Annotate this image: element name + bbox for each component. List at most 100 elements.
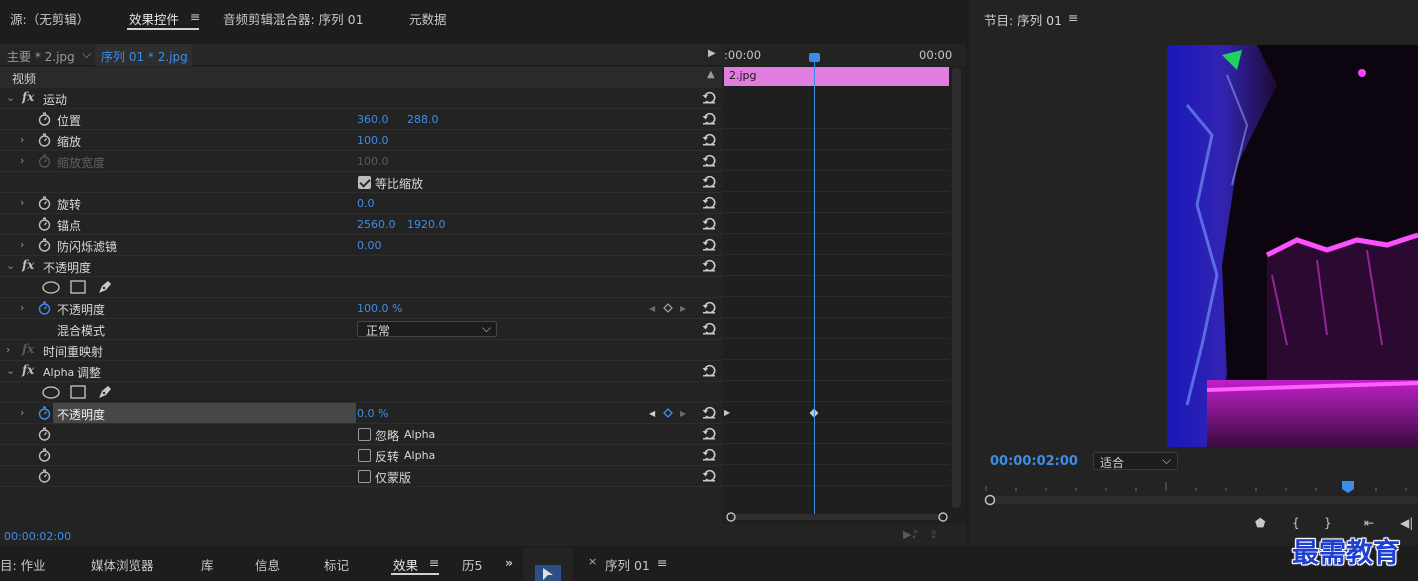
tab-source[interactable]: 源:（无剪辑） <box>10 9 89 28</box>
horizontal-scrollbar[interactable] <box>731 514 943 520</box>
add-keyframe-icon[interactable] <box>663 408 673 418</box>
hamburger-menu-icon[interactable]: ≡ <box>429 555 439 570</box>
chevron-right-icon[interactable]: › <box>20 154 24 167</box>
mark-in-icon[interactable]: { <box>1292 516 1300 530</box>
fx-icon[interactable]: fx <box>22 363 34 377</box>
stopwatch-icon[interactable] <box>38 196 51 210</box>
motion-effect-row[interactable]: ⌄ fx 运动 <box>0 88 722 109</box>
collapse-up-icon[interactable]: ▲ <box>707 69 715 80</box>
tab-effect-controls[interactable]: 效果控件 <box>129 9 179 28</box>
prev-keyframe-icon[interactable]: ◀ <box>649 304 655 313</box>
reset-icon[interactable] <box>702 91 716 104</box>
program-monitor-title[interactable]: 节目: 序列 01 <box>984 10 1062 29</box>
audio-scrub-icon[interactable]: ▶♪ <box>903 528 918 541</box>
stopwatch-icon[interactable] <box>38 427 51 441</box>
position-x-value[interactable]: 360.0 <box>357 113 389 126</box>
stopwatch-icon[interactable] <box>38 217 51 231</box>
chevron-expanded-icon[interactable]: ⌄ <box>6 91 15 104</box>
mask-only-checkbox[interactable] <box>358 470 371 483</box>
pen-mask-icon[interactable] <box>97 279 113 295</box>
stopwatch-icon[interactable] <box>38 448 51 462</box>
video-preview[interactable] <box>1167 45 1418 447</box>
fx-icon[interactable]: fx <box>22 90 34 104</box>
reset-icon[interactable] <box>702 259 716 272</box>
mark-out-icon[interactable]: } <box>1324 516 1332 530</box>
anchor-y-value[interactable]: 1920.0 <box>407 218 446 231</box>
hamburger-menu-icon[interactable]: ≡ <box>657 555 667 570</box>
reset-icon[interactable] <box>702 301 716 314</box>
tab-metadata[interactable]: 元数据 <box>409 9 447 28</box>
hamburger-menu-icon[interactable]: ≡ <box>1068 10 1078 25</box>
tab-info[interactable]: 信息 <box>255 555 280 574</box>
reset-icon[interactable] <box>702 175 716 188</box>
ignore-alpha-checkbox[interactable] <box>358 428 371 441</box>
reset-icon[interactable] <box>702 322 716 335</box>
time-remap-row[interactable]: › fx 时间重映射 <box>0 340 722 361</box>
chevron-right-icon[interactable]: › <box>20 196 24 209</box>
stopwatch-active-icon[interactable] <box>38 406 51 420</box>
fx-icon[interactable]: fx <box>22 258 34 272</box>
reset-icon[interactable] <box>702 469 716 482</box>
tab-history[interactable]: 历5 <box>462 555 482 574</box>
reset-icon[interactable] <box>702 196 716 209</box>
tab-audio-clip-mixer[interactable]: 音频剪辑混合器: 序列 01 <box>223 9 364 28</box>
chevron-right-icon[interactable]: › <box>20 238 24 251</box>
master-clip-tab[interactable]: 主要 * 2.jpg <box>7 48 75 65</box>
stopwatch-icon[interactable] <box>38 133 51 147</box>
reset-icon[interactable] <box>702 238 716 251</box>
tab-project[interactable]: 目: 作业 <box>0 555 46 574</box>
anti-flicker-value[interactable]: 0.00 <box>357 239 382 252</box>
reset-icon[interactable] <box>702 427 716 440</box>
opacity-effect-row[interactable]: ⌄ fx 不透明度 <box>0 256 722 277</box>
reset-icon[interactable] <box>702 133 716 146</box>
selection-tool-button[interactable] <box>535 565 561 581</box>
play-triangle-icon[interactable]: ▶ <box>708 48 716 59</box>
playhead-handle[interactable] <box>809 53 820 62</box>
rectangle-mask-icon[interactable] <box>70 385 86 399</box>
chevron-expanded-icon[interactable]: ⌄ <box>6 364 15 377</box>
tab-media-browser[interactable]: 媒体浏览器 <box>91 555 154 574</box>
zoom-fit-dropdown[interactable]: 适合 ⌵ <box>1093 452 1178 470</box>
stopwatch-icon[interactable] <box>38 112 51 126</box>
next-keyframe-icon[interactable]: ▶ <box>680 409 686 418</box>
scroll-handle-icon[interactable] <box>984 494 996 506</box>
zoom-handle-right-icon[interactable] <box>938 512 948 522</box>
scale-value[interactable]: 100.0 <box>357 134 389 147</box>
current-timecode[interactable]: 00:00:02:00 <box>4 530 71 543</box>
position-y-value[interactable]: 288.0 <box>407 113 439 126</box>
alpha-adjust-effect-row[interactable]: ⌄ fx Alpha 调整 <box>0 361 722 382</box>
zoom-handle-left-icon[interactable] <box>726 512 736 522</box>
sequence-clip-tab[interactable]: 序列 01 * 2.jpg <box>95 44 192 66</box>
rectangle-mask-icon[interactable] <box>70 280 86 294</box>
tab-effects[interactable]: 效果 <box>393 555 418 574</box>
opacity-value[interactable]: 100.0 % <box>357 302 402 315</box>
reset-icon[interactable] <box>702 406 716 419</box>
chevron-down-icon[interactable]: ⌵ <box>82 47 91 62</box>
effect-timeline[interactable]: :00:00 00:00 ▶ 2.jpg ▶ ▶♪ ⇪ <box>708 44 966 541</box>
invert-alpha-checkbox[interactable] <box>358 449 371 462</box>
reset-icon[interactable] <box>702 112 716 125</box>
chevron-right-icon[interactable]: › <box>6 343 10 356</box>
stopwatch-active-icon[interactable] <box>38 301 51 315</box>
program-time-ruler[interactable] <box>984 478 1418 494</box>
timeline-ruler[interactable]: :00:00 00:00 ▶ <box>708 44 966 66</box>
rotation-value[interactable]: 0.0 <box>357 197 375 210</box>
prev-keyframe-icon[interactable]: ◀ <box>649 409 655 418</box>
reset-icon[interactable] <box>702 364 716 377</box>
add-marker-icon[interactable]: ⬟ <box>1255 516 1265 530</box>
chevron-right-icon[interactable]: › <box>20 406 24 419</box>
stopwatch-icon[interactable] <box>38 469 51 483</box>
alpha-opacity-value[interactable]: 0.0 % <box>357 407 388 420</box>
pen-mask-icon[interactable] <box>97 384 113 400</box>
program-scrollbar[interactable] <box>984 496 1418 504</box>
uniform-scale-checkbox[interactable] <box>358 176 371 189</box>
ellipse-mask-icon[interactable] <box>42 281 60 294</box>
ellipse-mask-icon[interactable] <box>42 386 60 399</box>
reset-icon[interactable] <box>702 217 716 230</box>
clip-bar[interactable]: 2.jpg <box>724 67 949 86</box>
reset-icon[interactable] <box>702 448 716 461</box>
anchor-x-value[interactable]: 2560.0 <box>357 218 396 231</box>
step-back-icon[interactable]: ◀| <box>1400 516 1413 530</box>
chevron-right-icon[interactable]: › <box>20 133 24 146</box>
tab-library[interactable]: 库 <box>201 555 214 574</box>
